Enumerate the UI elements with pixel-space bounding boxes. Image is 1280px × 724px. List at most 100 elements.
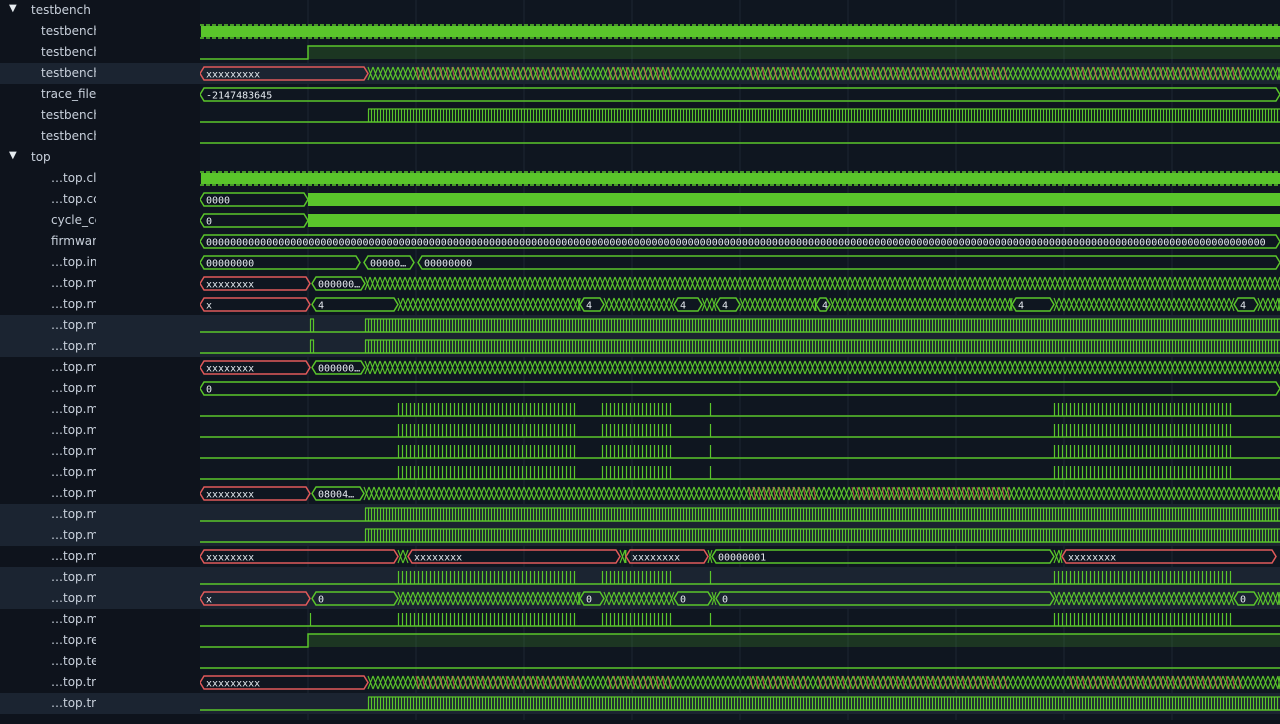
waveform-row[interactable] <box>200 24 1280 39</box>
value-cell <box>100 168 200 189</box>
signal-row[interactable]: …top.m <box>0 294 100 315</box>
waveform-row[interactable]: x 0 0 0 0 0 <box>199 588 1280 609</box>
value-cell <box>100 252 200 273</box>
bus-value: 4 <box>722 301 728 312</box>
value-cell <box>100 126 200 147</box>
signal-row[interactable]: …top.m <box>0 483 100 504</box>
triangle-down-icon[interactable]: ▼ <box>9 150 17 161</box>
bus-value: 4 <box>1018 301 1024 312</box>
signal-row[interactable]: testbench <box>0 63 100 84</box>
value-cell <box>100 441 200 462</box>
waveform-row[interactable] <box>200 693 1280 714</box>
signal-row[interactable]: testbench <box>0 42 100 63</box>
value-cell <box>100 504 200 525</box>
value-cell <box>100 42 200 63</box>
signal-row[interactable]: …top.tr <box>0 672 100 693</box>
waveform-row[interactable]: 0000 <box>199 192 1280 207</box>
value-cell <box>100 420 200 441</box>
waveform-row[interactable] <box>200 171 1280 186</box>
waveform-row[interactable] <box>200 315 1280 336</box>
waveform-row[interactable]: xxxxxxxx xxxxxxxx xxxxxxxx 00000001 xxxxxxxx <box>199 549 1277 564</box>
signal-row[interactable]: …top.m <box>0 315 100 336</box>
signal-row[interactable]: …top.m <box>0 546 100 567</box>
signal-name: …top.m <box>51 465 96 479</box>
bus-value: 0 <box>318 595 324 606</box>
bus-value: 00000000 <box>424 259 472 270</box>
bus-value: 000000… <box>318 280 360 291</box>
signal-name: …top.m <box>51 591 96 605</box>
signal-row[interactable]: …top.in <box>0 252 100 273</box>
signal-row[interactable]: …top.m <box>0 588 100 609</box>
signal-row[interactable]: …top.m <box>0 567 100 588</box>
signal-row[interactable]: …top.m <box>0 357 100 378</box>
signal-row[interactable]: firmwar <box>0 231 100 252</box>
signal-row[interactable]: testbench <box>0 105 100 126</box>
signal-name: top <box>31 150 51 164</box>
signal-row[interactable]: …top.m <box>0 441 100 462</box>
signal-row[interactable]: …top.m <box>0 525 100 546</box>
bus-value: 4 <box>1240 301 1246 312</box>
signal-row[interactable]: trace_file <box>0 84 100 105</box>
value-cell <box>100 231 200 252</box>
waveform-row[interactable] <box>200 45 1280 60</box>
bus-value: 4 <box>680 301 686 312</box>
value-cell <box>100 567 200 588</box>
signal-name: testbench <box>31 3 91 17</box>
waveform-row[interactable] <box>200 336 1280 357</box>
signal-name: …top.re <box>51 633 96 647</box>
signal-row[interactable]: testbench <box>0 21 100 42</box>
bus-value: xxxxxxxxx <box>206 70 260 81</box>
signal-name: …top.m <box>51 360 96 374</box>
time-grid <box>307 0 1173 720</box>
signal-name: …top.cl <box>51 171 96 185</box>
waveform-row[interactable] <box>200 504 1280 525</box>
signal-name: firmwar <box>51 234 96 248</box>
value-cell <box>100 630 200 651</box>
signal-row[interactable]: …top.m <box>0 609 100 630</box>
signal-row[interactable]: …top.m <box>0 399 100 420</box>
value-cell <box>100 651 200 672</box>
signal-row[interactable]: cycle_cc <box>0 210 100 231</box>
waveform-canvas[interactable]: xxxxxxxxx-214748364500000000000000000000… <box>199 0 1280 720</box>
signal-name: …top.m <box>51 570 96 584</box>
signal-name: …top.te <box>51 654 96 668</box>
signal-row[interactable]: …top.m <box>0 504 100 525</box>
value-cell <box>100 315 200 336</box>
waveform-row[interactable] <box>200 633 1280 648</box>
signal-row[interactable]: …top.cl <box>0 168 100 189</box>
waveform-row[interactable] <box>200 108 1280 123</box>
waveform-row[interactable] <box>200 525 1280 546</box>
triangle-down-icon[interactable]: ▼ <box>9 3 17 14</box>
waveform-row[interactable] <box>200 567 1280 588</box>
signal-row[interactable]: …top.m <box>0 462 100 483</box>
signal-row[interactable]: …top.m <box>0 420 100 441</box>
bus-value: 0 <box>206 217 212 228</box>
bus-value: x <box>206 595 212 606</box>
bus-value: 0 <box>1240 595 1246 606</box>
signal-row[interactable]: …top.m <box>0 273 100 294</box>
value-cell <box>100 105 200 126</box>
waveform-row[interactable]: 0000000000000000000000000000000000000000… <box>199 234 1280 249</box>
value-cell <box>100 546 200 567</box>
signal-name: …top.m <box>51 486 96 500</box>
signal-name: …top.m <box>51 549 96 563</box>
signal-group-row[interactable]: ▼ testbench <box>0 0 100 21</box>
signal-row[interactable]: …top.tr <box>0 693 100 714</box>
value-cell <box>100 609 200 630</box>
signal-row[interactable]: …top.te <box>0 651 100 672</box>
signal-row[interactable]: …top.m <box>0 378 100 399</box>
value-cell <box>100 483 200 504</box>
bus-value: 0 <box>722 595 728 606</box>
signal-name: …top.m <box>51 507 96 521</box>
signal-row[interactable]: testbench <box>0 126 100 147</box>
signal-row[interactable]: …top.re <box>0 630 100 651</box>
waveform-row[interactable]: xxxxxxxxx <box>199 63 1280 84</box>
signal-group-row[interactable]: ▼ top <box>0 147 100 168</box>
waveform-area[interactable]: xxxxxxxxx -2147483645 0000 0 000000000000000… <box>199 0 1280 720</box>
waveform-row[interactable]: 0 <box>199 213 1280 228</box>
signal-name: testbench <box>41 129 96 143</box>
signal-name: trace_file <box>41 87 96 101</box>
signal-row[interactable]: …top.cc <box>0 189 100 210</box>
value-cell <box>100 210 200 231</box>
signal-row[interactable]: …top.m <box>0 336 100 357</box>
